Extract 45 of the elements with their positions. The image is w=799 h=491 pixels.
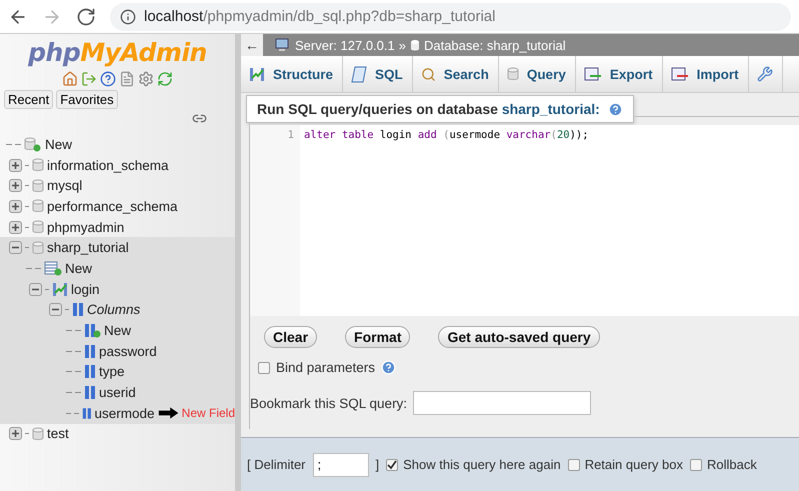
tree-item[interactable]: phpmyadmin: [47, 220, 124, 235]
tree-item[interactable]: Columns: [87, 302, 140, 318]
tree-item[interactable]: usermode: [94, 406, 155, 421]
breadcrumb-separator: »: [398, 38, 406, 52]
tree-item[interactable]: userid: [99, 385, 136, 400]
nav-tab[interactable]: SQL: [343, 56, 413, 92]
bracket-text: ]: [376, 457, 380, 472]
tree-item[interactable]: performance_schema: [47, 198, 178, 214]
field-label: [ Delimiter: [247, 457, 306, 472]
annotation-text: New Field: [182, 406, 236, 420]
tree-item[interactable]: information_schema: [47, 158, 169, 173]
checkbox-label: Show this query here again: [403, 457, 561, 472]
action-button[interactable]: Format: [345, 326, 410, 348]
sidebar-tab[interactable]: Favorites: [56, 90, 118, 109]
tree-item[interactable]: sharp_tutorial: [47, 240, 129, 256]
action-button[interactable]: Get auto-saved query: [438, 326, 600, 348]
tree-item[interactable]: type: [99, 364, 125, 380]
tree-item[interactable]: New: [45, 136, 72, 152]
logo[interactable]: phpMyAdmin: [0, 38, 235, 67]
tree-item[interactable]: New: [104, 323, 132, 338]
action-button[interactable]: Clear: [264, 326, 318, 348]
tree-item[interactable]: password: [99, 344, 157, 359]
nav-tab[interactable]: Search: [412, 56, 499, 92]
checkbox-label: Rollback: [706, 457, 757, 472]
tree-item[interactable]: mysql: [47, 178, 82, 194]
delimiter-field[interactable]: ;: [312, 452, 369, 476]
sql-editor[interactable]: 1 alter table login add (usermode varchar(20));: [250, 125, 799, 316]
collapse-button[interactable]: ←: [241, 34, 263, 56]
nav-tab[interactable]: Export: [576, 56, 663, 92]
breadcrumb-link[interactable]: Database: sharp_tutorial: [424, 38, 566, 52]
sidebar-tab[interactable]: Recent: [4, 90, 54, 109]
line-number: 1: [286, 129, 294, 141]
checkbox-label: Retain query box: [584, 457, 683, 472]
nav-tab[interactable]: Structure: [241, 56, 344, 92]
tree-item[interactable]: login: [71, 282, 100, 297]
address-bar[interactable]: localhost/phpmyadmin/db_sql.php?db=sharp_tutorial: [110, 2, 791, 30]
tree-item[interactable]: test: [47, 426, 69, 442]
breadcrumb-link[interactable]: Server: 127.0.0.1: [295, 38, 395, 52]
tree-item[interactable]: New: [65, 260, 92, 276]
code-line: alter table login add (usermode varchar(20));: [304, 129, 589, 141]
checkbox-label: Bind parameters: [276, 360, 376, 375]
section-title: Run SQL query/queries on database sharp_tutorial:: [257, 101, 600, 117]
nav-tab[interactable]: Query: [498, 56, 576, 92]
field-label: Bookmark this SQL query:: [250, 396, 408, 410]
nav-tab[interactable]: Import: [662, 56, 749, 92]
